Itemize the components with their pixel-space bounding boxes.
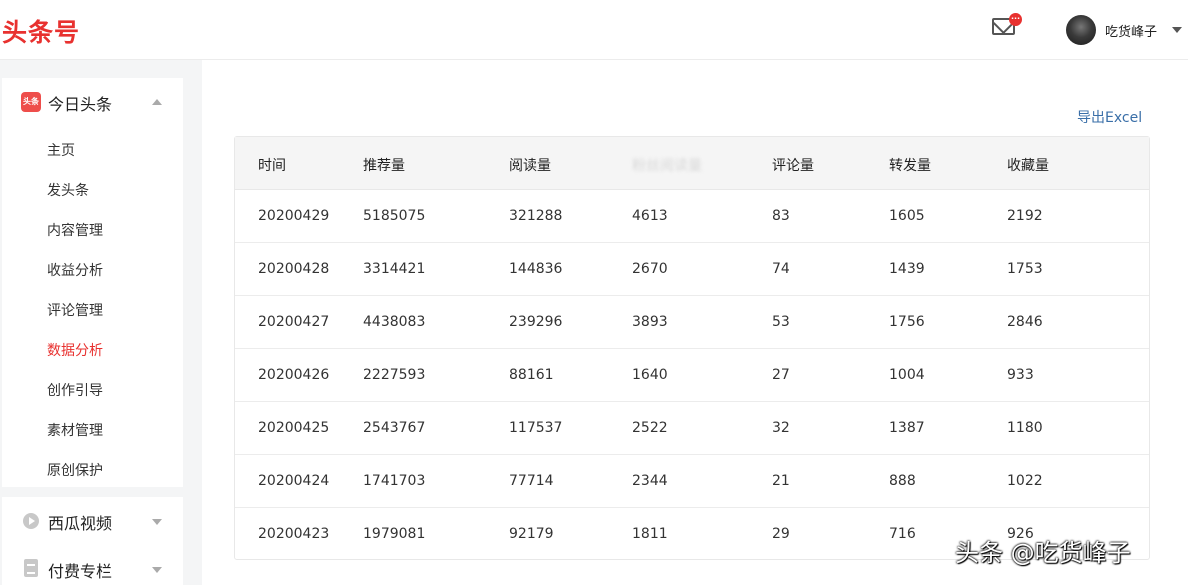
table-cell: 321288 <box>509 208 563 224</box>
sidebar-item-revenue[interactable]: 收益分析 <box>47 260 103 280</box>
top-header: 头条号 ··· 吃货峰子 <box>0 0 1188 60</box>
column-header-fan-reads: 粉丝阅读量 <box>632 158 702 174</box>
table-cell: 83 <box>772 208 790 224</box>
table-header: 时间 推荐量 阅读量 粉丝阅读量 评论量 转发量 收藏量 <box>235 137 1149 190</box>
table-cell: 888 <box>889 473 916 489</box>
sidebar-item-materials[interactable]: 素材管理 <box>47 420 103 440</box>
table-cell: 1756 <box>889 314 925 330</box>
column-header-shares: 转发量 <box>889 158 931 174</box>
table-cell: 933 <box>1007 367 1034 383</box>
table-cell: 1640 <box>632 367 668 383</box>
table-cell: 2846 <box>1007 314 1043 330</box>
sidebar-item-publish[interactable]: 发头条 <box>47 180 89 200</box>
table-cell: 3893 <box>632 314 668 330</box>
table-cell: 2670 <box>632 261 668 277</box>
mail-badge: ··· <box>1009 13 1022 26</box>
table-cell: 2543767 <box>363 420 426 436</box>
toutiao-logo[interactable]: 头条号 <box>2 13 80 49</box>
table-cell: 1741703 <box>363 473 426 489</box>
table-cell: 1753 <box>1007 261 1043 277</box>
table-row: 20200425 2543767 117537 2522 32 1387 1180 <box>235 402 1149 455</box>
table-cell: 1180 <box>1007 420 1043 436</box>
column-header-date: 时间 <box>258 158 286 174</box>
table-cell: 239296 <box>509 314 563 330</box>
table-cell: 20200425 <box>258 420 330 436</box>
table-cell: 2522 <box>632 420 668 436</box>
sidebar-item-creation-guide[interactable]: 创作引导 <box>47 380 103 400</box>
table-cell: 2192 <box>1007 208 1043 224</box>
play-icon <box>23 513 39 529</box>
sidebar-more: 西瓜视频 付费专栏 <box>2 497 183 585</box>
table-cell: 53 <box>772 314 790 330</box>
column-header-favorites: 收藏量 <box>1007 158 1049 174</box>
table-cell: 20200428 <box>258 261 330 277</box>
column-header-recommend: 推荐量 <box>363 158 405 174</box>
sidebar-section-title: 付费专栏 <box>48 562 113 581</box>
table-cell: 716 <box>889 526 916 542</box>
export-excel-link[interactable]: 导出Excel <box>1077 107 1142 127</box>
table-cell: 20200424 <box>258 473 330 489</box>
sidebar-item-comments[interactable]: 评论管理 <box>47 300 103 320</box>
table-row: 20200429 5185075 321288 4613 83 1605 2192 <box>235 190 1149 243</box>
data-table: 时间 推荐量 阅读量 粉丝阅读量 评论量 转发量 收藏量 20200429 518… <box>234 136 1150 560</box>
sidebar-section-xigua[interactable]: 西瓜视频 <box>2 497 183 545</box>
sidebar-item-content[interactable]: 内容管理 <box>47 220 103 240</box>
sidebar: 头条 今日头条 主页 发头条 内容管理 收益分析 评论管理 数据分析 创作引导 … <box>2 78 183 487</box>
avatar[interactable] <box>1066 15 1096 45</box>
chevron-down-icon <box>152 519 162 525</box>
sidebar-item-data-analysis[interactable]: 数据分析 <box>47 340 103 360</box>
sidebar-item-home[interactable]: 主页 <box>47 140 75 160</box>
table-cell: 1022 <box>1007 473 1043 489</box>
table-cell: 5185075 <box>363 208 426 224</box>
table-cell: 3314421 <box>363 261 426 277</box>
table-cell: 2344 <box>632 473 668 489</box>
main-panel: 导出Excel 时间 推荐量 阅读量 粉丝阅读量 评论量 转发量 收藏量 202… <box>202 60 1188 585</box>
table-cell: 1605 <box>889 208 925 224</box>
sidebar-item-original-protection[interactable]: 原创保护 <box>47 460 103 480</box>
table-cell: 144836 <box>509 261 563 277</box>
table-cell: 20200426 <box>258 367 330 383</box>
table-cell: 117537 <box>509 420 563 436</box>
sidebar-section-paid-column[interactable]: 付费专栏 <box>2 545 183 585</box>
table-cell: 4438083 <box>363 314 426 330</box>
table-row: 20200427 4438083 239296 3893 53 1756 2846 <box>235 296 1149 349</box>
table-cell: 29 <box>772 526 790 542</box>
table-cell: 77714 <box>509 473 554 489</box>
table-cell: 1811 <box>632 526 668 542</box>
table-cell: 1387 <box>889 420 925 436</box>
watermark: 头条 @吃货峰子 <box>955 539 1131 567</box>
sidebar-section-toutiao[interactable]: 头条 今日头条 <box>2 78 183 126</box>
table-cell: 1979081 <box>363 526 426 542</box>
table-cell: 92179 <box>509 526 554 542</box>
table-row: 20200426 2227593 88161 1640 27 1004 933 <box>235 349 1149 402</box>
table-cell: 88161 <box>509 367 554 383</box>
table-cell: 20200427 <box>258 314 330 330</box>
column-header-comments: 评论量 <box>772 158 814 174</box>
table-cell: 74 <box>772 261 790 277</box>
doc-icon <box>24 559 38 577</box>
table-cell: 1439 <box>889 261 925 277</box>
table-cell: 2227593 <box>363 367 426 383</box>
table-cell: 20200429 <box>258 208 330 224</box>
sidebar-section-title: 西瓜视频 <box>48 514 113 533</box>
table-cell: 21 <box>772 473 790 489</box>
table-cell: 4613 <box>632 208 668 224</box>
toutiao-icon: 头条 <box>21 92 41 112</box>
table-row: 20200424 1741703 77714 2344 21 888 1022 <box>235 455 1149 508</box>
table-cell: 27 <box>772 367 790 383</box>
sidebar-section-title: 今日头条 <box>48 95 113 114</box>
chevron-down-icon <box>152 567 162 573</box>
username[interactable]: 吃货峰子 <box>1105 21 1157 40</box>
chevron-up-icon <box>152 99 162 105</box>
table-cell: 1004 <box>889 367 925 383</box>
table-cell: 20200423 <box>258 526 330 542</box>
table-row: 20200428 3314421 144836 2670 74 1439 1753 <box>235 243 1149 296</box>
chevron-down-icon[interactable] <box>1172 27 1182 33</box>
column-header-reads: 阅读量 <box>509 158 551 174</box>
table-cell: 32 <box>772 420 790 436</box>
